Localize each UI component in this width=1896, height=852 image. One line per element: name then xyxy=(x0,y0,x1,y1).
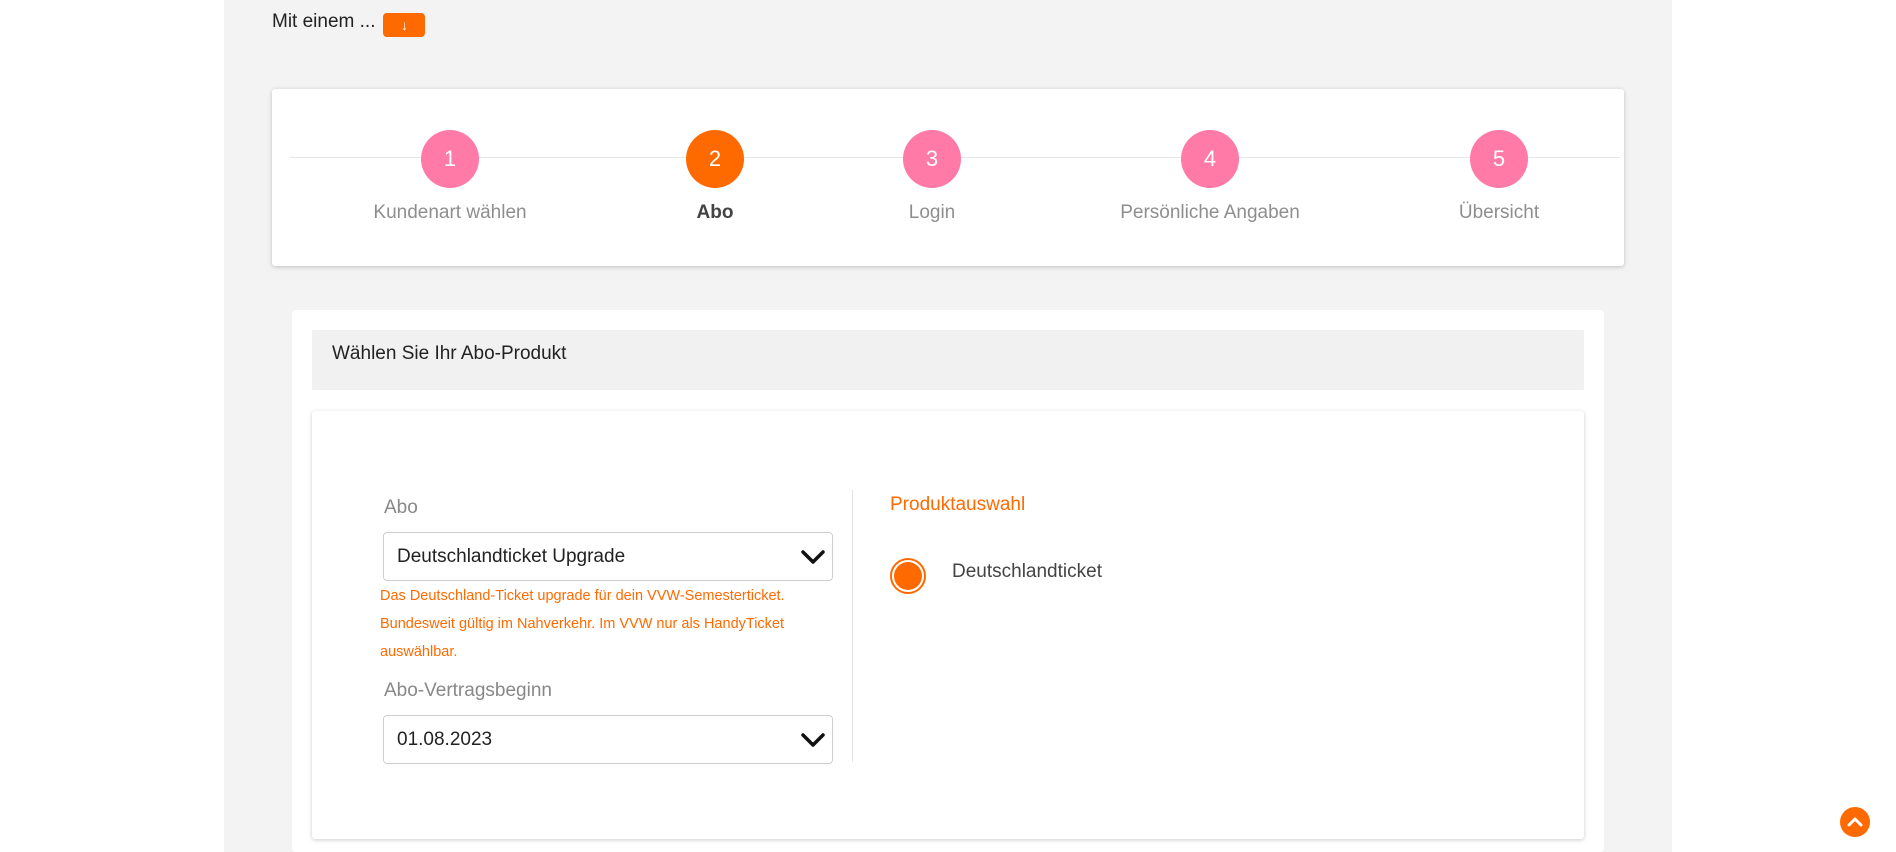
step-label: Übersicht xyxy=(1458,202,1540,223)
product-option-label: Deutschlandticket xyxy=(952,561,1102,582)
abo-hint-text: Das Deutschland-Ticket upgrade für dein … xyxy=(380,588,785,660)
abo-select[interactable]: Deutschlandticket Upgrade xyxy=(383,532,833,581)
scroll-down-button[interactable]: ↓ xyxy=(383,13,426,37)
abo-select-value: Deutschlandticket Upgrade xyxy=(397,545,626,567)
step-uebersicht[interactable]: 5 Übersicht xyxy=(1379,130,1619,224)
panel-title: Wählen Sie Ihr Abo-Produkt xyxy=(332,343,567,364)
intro-text-row: Mit einem ... ↓ xyxy=(272,7,426,37)
scroll-to-top-button[interactable] xyxy=(1840,807,1870,837)
step-label: Login xyxy=(908,202,956,223)
start-date-select[interactable]: 01.08.2023 xyxy=(383,715,833,764)
start-date-label: Abo-Vertragsbeginn xyxy=(384,680,552,701)
product-selection-title: Produktauswahl xyxy=(890,494,1026,515)
intro-text: Mit einem ... xyxy=(272,11,376,32)
step-label: Abo xyxy=(696,202,734,223)
column-divider xyxy=(852,490,853,762)
chevron-down-icon xyxy=(801,732,825,747)
step-abo[interactable]: 2 Abo xyxy=(595,130,835,224)
step-number: 5 xyxy=(1470,130,1528,188)
step-number: 4 xyxy=(1181,130,1239,188)
start-date-value: 01.08.2023 xyxy=(397,728,493,750)
step-number: 2 xyxy=(686,130,744,188)
step-number: 3 xyxy=(903,130,961,188)
step-number: 1 xyxy=(421,130,479,188)
step-persoenliche-angaben[interactable]: 4 Persönliche Angaben xyxy=(1090,130,1330,224)
radio-selected-dot xyxy=(894,562,922,590)
product-option-deutschlandticket[interactable]: Deutschlandticket xyxy=(890,558,1102,594)
arrow-down-icon: ↓ xyxy=(400,17,408,33)
abo-label: Abo xyxy=(384,497,418,518)
chevron-down-icon xyxy=(801,549,825,564)
step-login[interactable]: 3 Login xyxy=(812,130,1052,224)
step-label: Kundenart wählen xyxy=(373,202,527,223)
step-label: Persönliche Angaben xyxy=(1120,202,1300,223)
radio-button[interactable] xyxy=(890,558,926,594)
step-kundenart[interactable]: 1 Kundenart wählen xyxy=(330,130,570,224)
chevron-up-icon xyxy=(1847,817,1863,827)
